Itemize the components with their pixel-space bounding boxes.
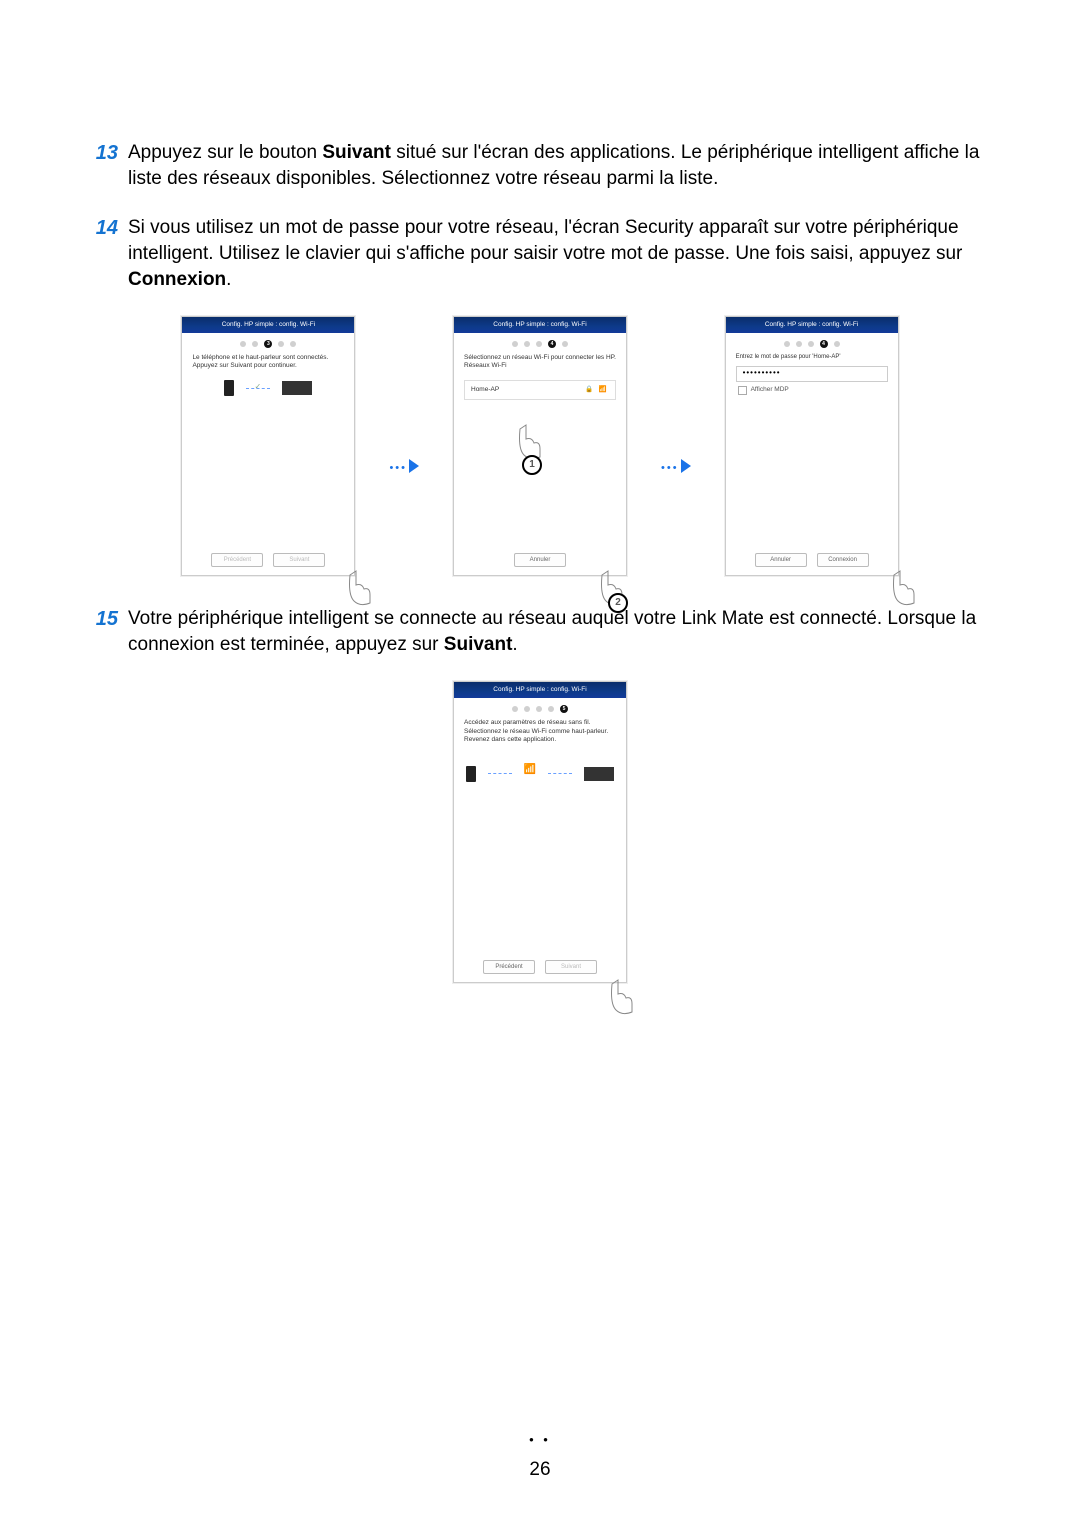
step-14: 14 Si vous utilisez un mot de passe pour… xyxy=(70,215,1010,292)
dot-icon xyxy=(278,341,284,347)
dot-icon xyxy=(536,706,542,712)
screen-connected: Config. HP simple : config. Wi-Fi 3 Le t… xyxy=(181,316,355,576)
screen-title: Config. HP simple : config. Wi-Fi xyxy=(726,317,898,333)
show-password-checkbox[interactable]: Afficher MDP xyxy=(738,386,886,395)
connection-illustration: 📶 xyxy=(454,766,626,782)
phone-icon xyxy=(466,766,476,782)
screen-description: Accédez aux paramètres de réseau sans fi… xyxy=(454,719,626,743)
wifi-icon: 📶 xyxy=(599,386,609,393)
speaker-icon xyxy=(584,767,614,781)
connection-line-icon xyxy=(548,773,572,774)
screen-description: Le téléphone et le haut-parleur sont con… xyxy=(182,354,354,370)
password-input[interactable]: •••••••••• xyxy=(736,366,888,382)
hand-pointer-icon xyxy=(342,567,382,607)
screen-title: Config. HP simple : config. Wi-Fi xyxy=(454,317,626,333)
phone-icon xyxy=(224,380,234,396)
step-number: 14 xyxy=(70,215,128,292)
screens-row-14: Config. HP simple : config. Wi-Fi 3 Le t… xyxy=(70,316,1010,576)
dot-icon xyxy=(548,706,554,712)
cancel-button[interactable]: Annuler xyxy=(514,553,566,567)
connection-illustration xyxy=(182,380,354,396)
wifi-name: Home-AP xyxy=(471,386,499,395)
hand-pointer-icon xyxy=(604,976,644,1016)
show-password-label: Afficher MDP xyxy=(751,386,789,395)
bold: Suivant xyxy=(444,634,513,655)
dot-icon xyxy=(834,341,840,347)
text: Appuyez sur le bouton xyxy=(128,142,322,163)
screen-title: Config. HP simple : config. Wi-Fi xyxy=(454,682,626,698)
text: Si vous utilisez un mot de passe pour vo… xyxy=(128,217,962,264)
lock-icon: 🔒 xyxy=(585,386,595,393)
screen-go-settings: Config. HP simple : config. Wi-Fi 5 Accé… xyxy=(453,681,627,983)
connect-button[interactable]: Connexion xyxy=(817,553,869,567)
page-number: • • 26 xyxy=(0,1432,1080,1483)
step-number: 15 xyxy=(70,606,128,657)
dot-icon xyxy=(524,341,530,347)
step-body: Appuyez sur le bouton Suivant situé sur … xyxy=(128,140,1010,191)
bold: Connexion xyxy=(128,269,226,290)
dot-icon xyxy=(562,341,568,347)
screen-description: Sélectionnez un réseau Wi-Fi pour connec… xyxy=(454,354,626,370)
dot-active-icon: 5 xyxy=(560,705,568,713)
next-button[interactable]: Suivant xyxy=(273,553,325,567)
progress-dots: 4 xyxy=(726,341,898,348)
text: Votre périphérique intelligent se connec… xyxy=(128,608,976,655)
dot-icon xyxy=(512,341,518,347)
dot-icon xyxy=(252,341,258,347)
connection-line-icon xyxy=(246,388,270,389)
previous-button[interactable]: Précédent xyxy=(211,553,263,567)
cancel-button[interactable]: Annuler xyxy=(755,553,807,567)
dot-icon xyxy=(512,706,518,712)
progress-dots: 5 xyxy=(454,706,626,713)
screen-title: Config. HP simple : config. Wi-Fi xyxy=(182,317,354,333)
callout-1: 1 xyxy=(522,455,542,475)
step-13: 13 Appuyez sur le bouton Suivant situé s… xyxy=(70,140,1010,191)
dot-active-icon: 4 xyxy=(820,340,828,348)
step-number: 13 xyxy=(70,140,128,191)
connection-line-icon xyxy=(488,773,512,774)
screens-row-15: Config. HP simple : config. Wi-Fi 5 Accé… xyxy=(70,681,1010,983)
text: . xyxy=(226,269,231,290)
dot-icon xyxy=(808,341,814,347)
bold: Suivant xyxy=(322,142,391,163)
checkbox-icon xyxy=(738,386,747,395)
page-dots-icon: • • xyxy=(529,1432,551,1447)
text: . xyxy=(512,634,517,655)
next-button[interactable]: Suivant xyxy=(545,960,597,974)
progress-dots: 4 xyxy=(454,341,626,348)
dot-icon xyxy=(524,706,530,712)
page-number-value: 26 xyxy=(529,1459,550,1480)
previous-button[interactable]: Précédent xyxy=(483,960,535,974)
dot-icon xyxy=(796,341,802,347)
password-prompt: Entrez le mot de passe pour 'Home-AP' xyxy=(726,354,898,362)
arrow-right-icon: ••• xyxy=(389,453,419,479)
step-body: Votre périphérique intelligent se connec… xyxy=(128,606,1010,657)
dot-active-icon: 4 xyxy=(548,340,556,348)
wifi-network-item[interactable]: Home-AP 🔒 📶 xyxy=(464,380,616,400)
dot-icon xyxy=(240,341,246,347)
dot-active-icon: 3 xyxy=(264,340,272,348)
dot-icon xyxy=(290,341,296,347)
speaker-icon xyxy=(282,381,312,395)
dot-icon xyxy=(784,341,790,347)
dot-icon xyxy=(536,341,542,347)
step-body: Si vous utilisez un mot de passe pour vo… xyxy=(128,215,1010,292)
screen-password: Config. HP simple : config. Wi-Fi 4 Entr… xyxy=(725,316,899,576)
hand-pointer-icon xyxy=(886,567,926,607)
progress-dots: 3 xyxy=(182,341,354,348)
arrow-right-icon: ••• xyxy=(661,453,691,479)
wifi-icon: 📶 xyxy=(524,763,536,777)
screen-wifi-list: Config. HP simple : config. Wi-Fi 4 Séle… xyxy=(453,316,627,576)
step-15: 15 Votre périphérique intelligent se con… xyxy=(70,606,1010,657)
